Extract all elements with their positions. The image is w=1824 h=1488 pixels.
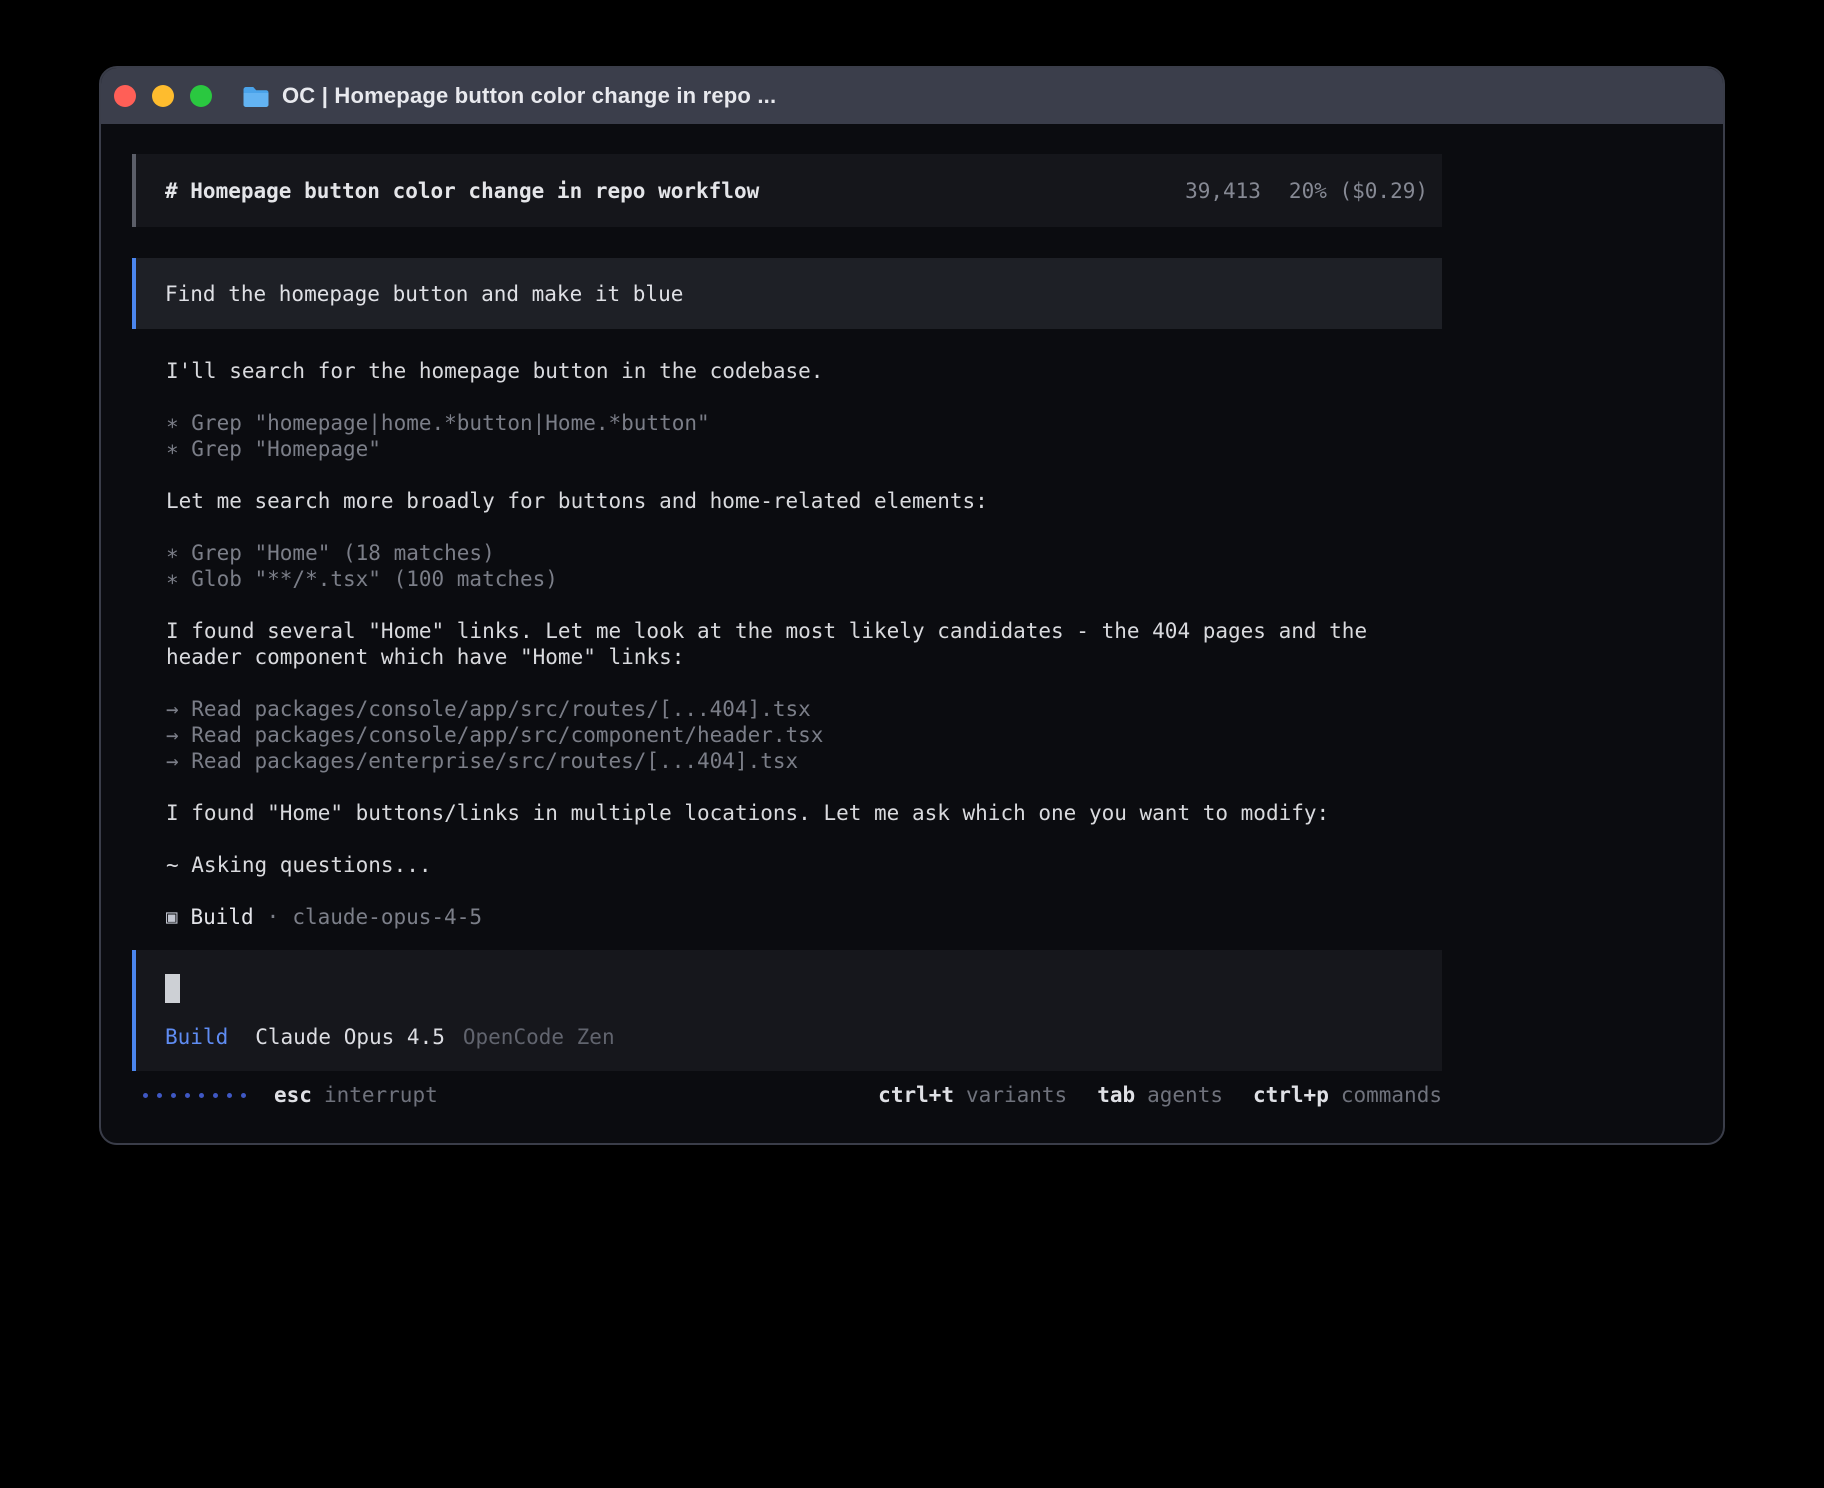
session-title: # Homepage button color change in repo w…	[165, 179, 759, 203]
shortcut-label: commands	[1341, 1083, 1442, 1107]
close-button[interactable]	[114, 85, 136, 107]
shortcut-key: ctrl+p	[1253, 1083, 1329, 1107]
file-read-line: → Read packages/console/app/src/componen…	[166, 722, 1412, 748]
agent-badge: ▣ Build · claude-opus-4-5	[166, 904, 1412, 930]
minimize-button[interactable]	[152, 85, 174, 107]
input-provider: OpenCode Zen	[463, 1025, 615, 1049]
terminal-window: OC | Homepage button color change in rep…	[99, 66, 1725, 1145]
tool-call-grep: ∗ Grep "Home" (18 matches)	[166, 540, 1412, 566]
assistant-text: I'll search for the homepage button in t…	[166, 358, 1412, 384]
user-message-text: Find the homepage button and make it blu…	[165, 282, 683, 306]
terminal-body: # Homepage button color change in repo w…	[101, 124, 1723, 1145]
window-title: OC | Homepage button color change in rep…	[282, 83, 776, 109]
working-status: ~ Asking questions...	[166, 852, 1412, 878]
input-mode: Build	[165, 1025, 228, 1049]
user-message: Find the homepage button and make it blu…	[132, 258, 1442, 329]
assistant-text: Let me search more broadly for buttons a…	[166, 488, 1412, 514]
assistant-text: I found "Home" buttons/links in multiple…	[166, 800, 1412, 826]
input-model: Claude Opus 4.5	[255, 1025, 445, 1049]
shortcut-commands: ctrl+p commands	[1253, 1083, 1442, 1107]
file-read-line: → Read packages/console/app/src/routes/[…	[166, 696, 1412, 722]
agent-model: claude-opus-4-5	[292, 904, 482, 930]
input-cursor	[165, 974, 180, 1003]
shortcut-key: tab	[1097, 1083, 1135, 1107]
tool-call-grep: ∗ Grep "homepage|home.*button|Home.*butt…	[166, 410, 1412, 436]
agent-separator: ·	[267, 904, 280, 930]
session-stats: 39,413 20% ($0.29)	[1185, 179, 1428, 203]
agent-name: Build	[190, 904, 253, 930]
zoom-button[interactable]	[190, 85, 212, 107]
tool-call-grep: ∗ Grep "Homepage"	[166, 436, 1412, 462]
status-bar: esc interrupt ctrl+t variants tab agents…	[132, 1082, 1442, 1108]
shortcut-label: variants	[966, 1083, 1067, 1107]
titlebar[interactable]: OC | Homepage button color change in rep…	[101, 68, 1723, 124]
prompt-input[interactable]: Build Claude Opus 4.5 OpenCode Zen	[132, 950, 1442, 1071]
shortcut-label: agents	[1147, 1083, 1223, 1107]
esc-key: esc	[274, 1083, 312, 1107]
session-header: # Homepage button color change in repo w…	[132, 154, 1442, 227]
shortcut-agents: tab agents	[1097, 1083, 1223, 1107]
agent-icon: ▣	[166, 904, 177, 930]
tool-call-glob: ∗ Glob "**/*.tsx" (100 matches)	[166, 566, 1412, 592]
token-count: 39,413	[1185, 179, 1261, 203]
folder-icon	[242, 85, 270, 107]
shortcut-key: ctrl+t	[878, 1083, 954, 1107]
traffic-lights	[114, 85, 212, 107]
context-usage: 20% ($0.29)	[1289, 179, 1428, 203]
assistant-text: I found several "Home" links. Let me loo…	[166, 618, 1412, 670]
interrupt-label: interrupt	[324, 1083, 438, 1107]
shortcut-variants: ctrl+t variants	[878, 1083, 1067, 1107]
spinner-dots	[143, 1093, 246, 1098]
conversation: I'll search for the homepage button in t…	[132, 358, 1412, 930]
input-meta: Build Claude Opus 4.5 OpenCode Zen	[165, 1025, 1442, 1049]
file-read-line: → Read packages/enterprise/src/routes/[.…	[166, 748, 1412, 774]
